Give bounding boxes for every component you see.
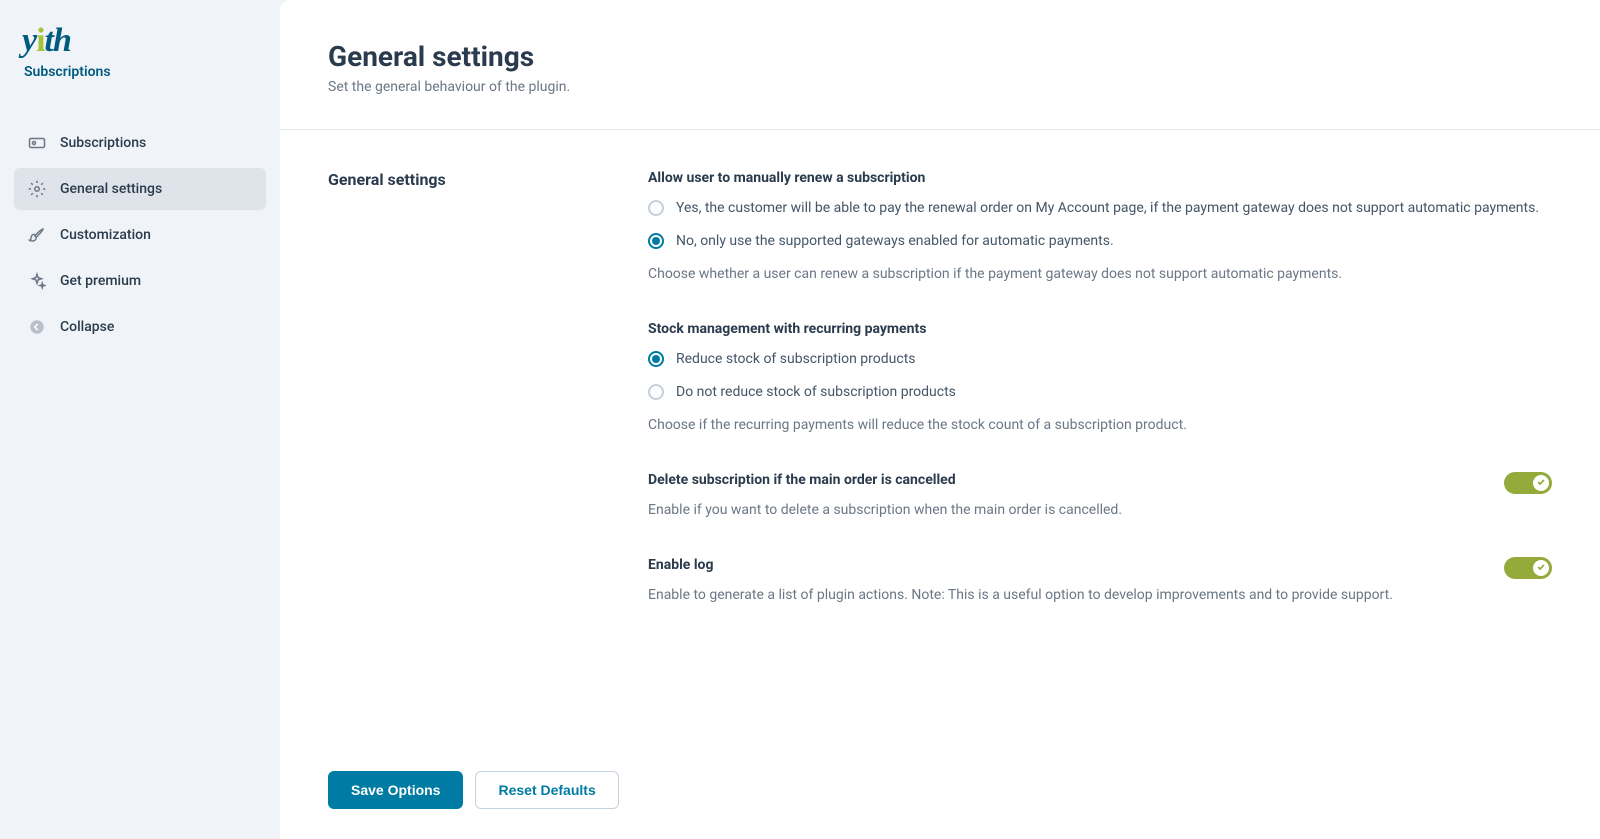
field-title: Enable log xyxy=(648,557,1480,573)
radio-icon xyxy=(648,200,664,216)
sidebar-item-label: Get premium xyxy=(60,273,141,289)
field-title: Stock management with recurring payments xyxy=(648,321,1552,337)
field-title: Delete subscription if the main order is… xyxy=(648,472,1480,488)
check-icon xyxy=(1536,562,1546,572)
divider xyxy=(280,129,1600,130)
sidebar-item-subscriptions[interactable]: Subscriptions xyxy=(14,122,266,164)
radio-label: Yes, the customer will be able to pay th… xyxy=(676,198,1539,219)
sidebar: yith Subscriptions Subscriptions General… xyxy=(0,0,280,839)
radio-label: Reduce stock of subscription products xyxy=(676,349,916,370)
brand-logo: yith xyxy=(22,22,256,60)
radio-label: Do not reduce stock of subscription prod… xyxy=(676,382,956,403)
sidebar-item-label: Customization xyxy=(60,227,151,243)
toggle-delete-on-cancel[interactable] xyxy=(1504,472,1552,494)
check-icon xyxy=(1536,477,1546,487)
sidebar-item-get-premium[interactable]: Get premium xyxy=(14,260,266,302)
radio-icon xyxy=(648,351,664,367)
radio-stock-reduce[interactable]: Reduce stock of subscription products xyxy=(648,349,1552,370)
sidebar-item-collapse[interactable]: Collapse xyxy=(14,306,266,348)
arrow-left-circle-icon xyxy=(28,318,46,336)
sparkle-icon xyxy=(28,272,46,290)
help-text: Enable to generate a list of plugin acti… xyxy=(648,585,1480,606)
settings-section: General settings Allow user to manually … xyxy=(328,170,1552,642)
radio-label: No, only use the supported gateways enab… xyxy=(676,231,1114,252)
sidebar-item-label: Subscriptions xyxy=(60,135,146,151)
radio-renew-yes[interactable]: Yes, the customer will be able to pay th… xyxy=(648,198,1552,219)
gear-icon xyxy=(28,180,46,198)
sidebar-item-customization[interactable]: Customization xyxy=(14,214,266,256)
wallet-icon xyxy=(28,134,46,152)
sidebar-item-label: General settings xyxy=(60,181,162,197)
fields-container: Allow user to manually renew a subscript… xyxy=(648,170,1552,642)
field-stock-management: Stock management with recurring payments… xyxy=(648,321,1552,436)
help-text: Choose whether a user can renew a subscr… xyxy=(648,264,1552,285)
help-text: Choose if the recurring payments will re… xyxy=(648,415,1552,436)
page-description: Set the general behaviour of the plugin. xyxy=(328,79,1552,95)
page-title: General settings xyxy=(328,40,1552,73)
brand-subtitle: Subscriptions xyxy=(22,64,256,80)
field-manual-renew: Allow user to manually renew a subscript… xyxy=(648,170,1552,285)
main-content: General settings Set the general behavio… xyxy=(280,0,1600,839)
footer-actions: Save Options Reset Defaults xyxy=(328,741,1552,809)
help-text: Enable if you want to delete a subscript… xyxy=(648,500,1480,521)
brush-icon xyxy=(28,226,46,244)
save-button[interactable]: Save Options xyxy=(328,771,463,809)
radio-stock-noreduce[interactable]: Do not reduce stock of subscription prod… xyxy=(648,382,1552,403)
sidebar-item-label: Collapse xyxy=(60,319,114,335)
toggle-enable-log[interactable] xyxy=(1504,557,1552,579)
radio-renew-no[interactable]: No, only use the supported gateways enab… xyxy=(648,231,1552,252)
sidebar-nav: Subscriptions General settings Customiza… xyxy=(14,122,266,348)
field-enable-log: Enable log Enable to generate a list of … xyxy=(648,557,1552,606)
field-delete-on-cancel: Delete subscription if the main order is… xyxy=(648,472,1552,521)
radio-icon xyxy=(648,384,664,400)
brand-block: yith Subscriptions xyxy=(14,18,266,104)
sidebar-item-general-settings[interactable]: General settings xyxy=(14,168,266,210)
field-title: Allow user to manually renew a subscript… xyxy=(648,170,1552,186)
section-heading: General settings xyxy=(328,170,628,642)
radio-icon xyxy=(648,233,664,249)
reset-button[interactable]: Reset Defaults xyxy=(475,771,618,809)
